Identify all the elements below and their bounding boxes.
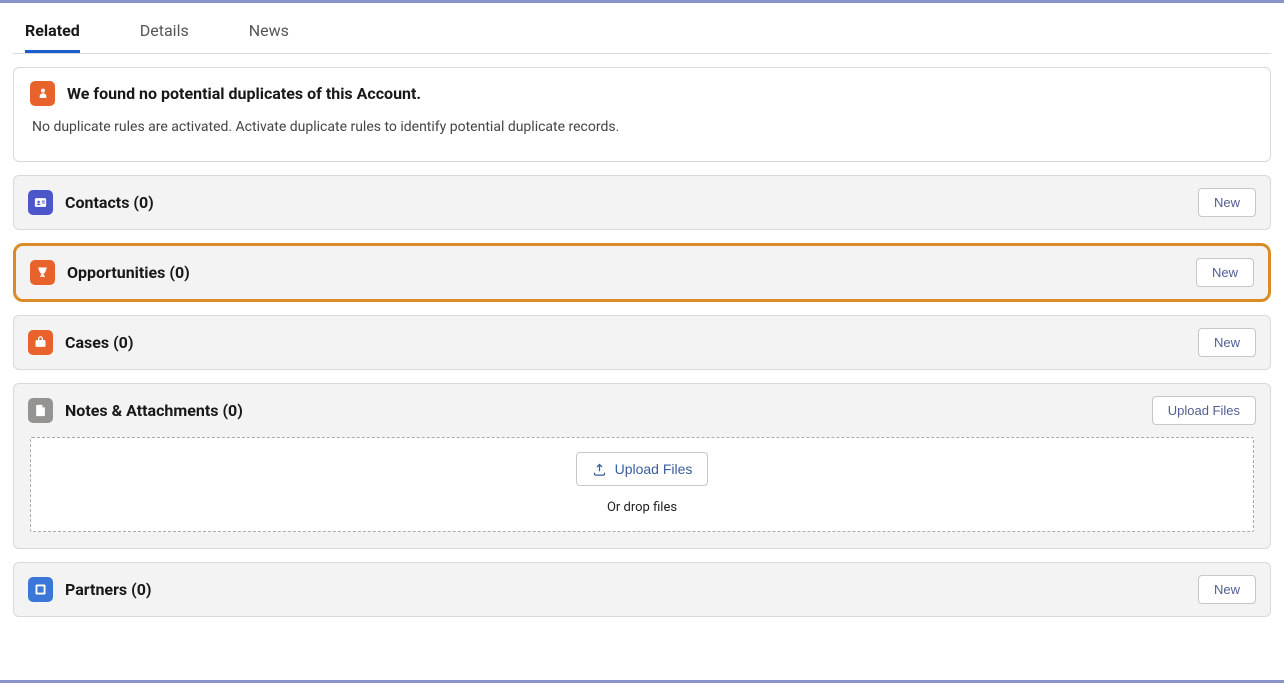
opportunities-section: Opportunities (0) New — [13, 243, 1271, 302]
notes-upload-button[interactable]: Upload Files — [1152, 396, 1256, 425]
partners-section: Partners (0) New — [13, 562, 1271, 617]
contacts-title[interactable]: Contacts (0) — [65, 193, 1198, 212]
tab-news[interactable]: News — [249, 9, 289, 53]
tab-details[interactable]: Details — [140, 9, 189, 53]
notes-title[interactable]: Notes & Attachments (0) — [65, 401, 1152, 420]
notes-icon — [28, 398, 53, 423]
opportunities-title[interactable]: Opportunities (0) — [67, 263, 1196, 282]
opportunities-icon — [30, 260, 55, 285]
partners-icon — [28, 577, 53, 602]
opportunities-new-button[interactable]: New — [1196, 258, 1254, 287]
cases-title[interactable]: Cases (0) — [65, 333, 1198, 352]
duplicates-card: We found no potential duplicates of this… — [13, 67, 1271, 162]
tab-related[interactable]: Related — [25, 9, 80, 53]
contacts-section: Contacts (0) New — [13, 175, 1271, 230]
tab-bar: Related Details News — [13, 3, 1271, 54]
cases-icon — [28, 330, 53, 355]
partners-new-button[interactable]: New — [1198, 575, 1256, 604]
contacts-new-button[interactable]: New — [1198, 188, 1256, 217]
duplicates-title: We found no potential duplicates of this… — [67, 84, 421, 103]
cases-new-button[interactable]: New — [1198, 328, 1256, 357]
notes-section: Notes & Attachments (0) Upload Files Upl… — [13, 383, 1271, 549]
upload-files-button[interactable]: Upload Files — [576, 452, 709, 486]
partners-title[interactable]: Partners (0) — [65, 580, 1198, 599]
drop-files-text: Or drop files — [31, 500, 1253, 515]
duplicates-subtitle: No duplicate rules are activated. Activa… — [14, 119, 1270, 161]
account-icon — [30, 81, 55, 106]
upload-files-label: Upload Files — [615, 461, 693, 477]
cases-section: Cases (0) New — [13, 315, 1271, 370]
contacts-icon — [28, 190, 53, 215]
upload-dropzone[interactable]: Upload Files Or drop files — [30, 437, 1254, 532]
upload-icon — [592, 462, 607, 477]
